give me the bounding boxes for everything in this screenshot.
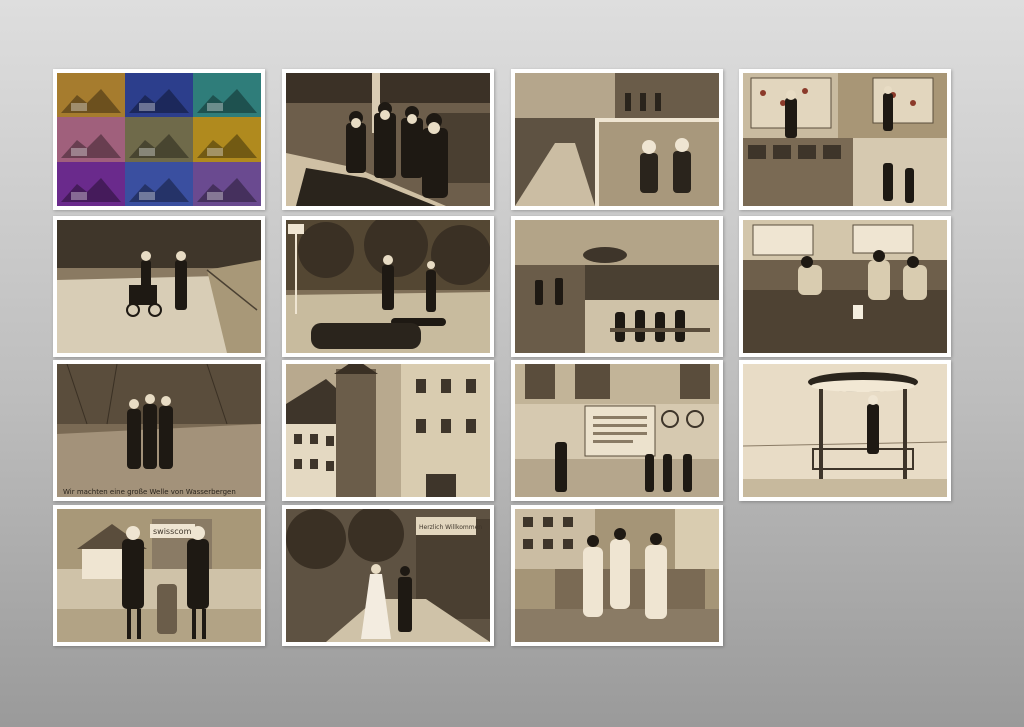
- photo-forest-road: [282, 216, 494, 357]
- swisscom-sign: swisscom: [153, 527, 192, 536]
- photo-plaque-wall: [511, 360, 723, 501]
- welcome-sign: Herzlich Willkommen: [419, 524, 482, 531]
- photo-collage-sheet: Wir machten eine große Welle von Wasserb…: [0, 0, 1024, 727]
- photo-forest-group: Wir machten eine große Welle von Wasserb…: [53, 360, 265, 501]
- forest-group-caption: Wir machten eine große Welle von Wasserb…: [63, 488, 236, 496]
- photo-street-collage: [511, 69, 723, 210]
- photo-wedding-forest: Herzlich Willkommen: [282, 505, 494, 646]
- photo-tower-town: [282, 360, 494, 501]
- photo-square-collage: [511, 216, 723, 357]
- photo-clowns-street: swisscom: [53, 505, 265, 646]
- photo-road-walk: [53, 216, 265, 357]
- photo-garden-work: [739, 216, 951, 357]
- photo-fountain: [511, 505, 723, 646]
- photo-train-hall: [282, 69, 494, 210]
- photo-kiosk: [739, 360, 951, 501]
- photo-popart-grid: [53, 69, 265, 210]
- photo-board-collage: [739, 69, 951, 210]
